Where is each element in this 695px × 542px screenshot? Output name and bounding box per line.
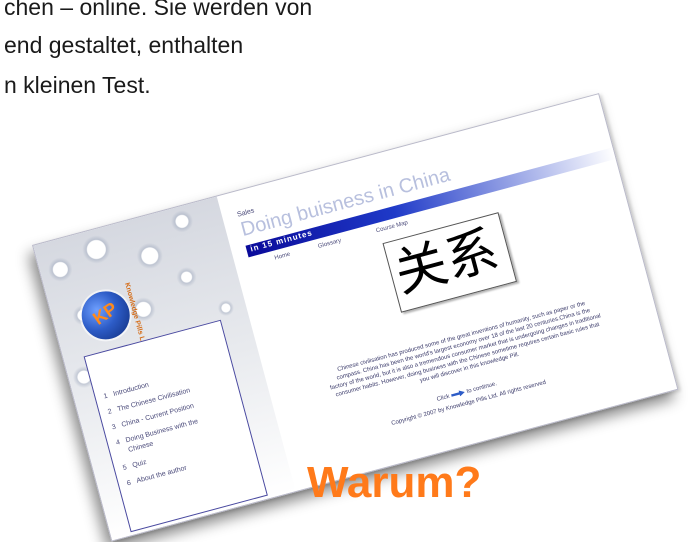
nav-home-link[interactable]: Home: [274, 252, 291, 262]
arrow-right-icon[interactable]: [450, 389, 465, 398]
menu-label: Introduction: [112, 381, 150, 398]
logo-letters: KP: [89, 298, 122, 329]
menu-label: Quiz: [131, 458, 148, 470]
menu-item-quiz[interactable]: 5 Quiz: [122, 459, 147, 472]
nav-course-map-link[interactable]: Course Map: [375, 220, 408, 234]
menu-label: About the author: [135, 464, 188, 485]
chinese-word: 关系: [388, 219, 505, 305]
nav-glossary-link[interactable]: Glossary: [317, 238, 341, 250]
why-heading: Warum?: [307, 458, 482, 507]
continue-before: Click: [436, 393, 451, 403]
intro-text-block: chen – online. Sie werden von end gestal…: [0, 0, 420, 110]
intro-line-3: n kleinen Test.: [4, 72, 151, 98]
menu-item-introduction[interactable]: 1 Introduction: [103, 382, 150, 401]
intro-line-1: chen – online. Sie werden von: [4, 0, 313, 20]
menu-number: [119, 452, 129, 455]
intro-line-2: end gestaltet, enthalten: [4, 32, 244, 58]
